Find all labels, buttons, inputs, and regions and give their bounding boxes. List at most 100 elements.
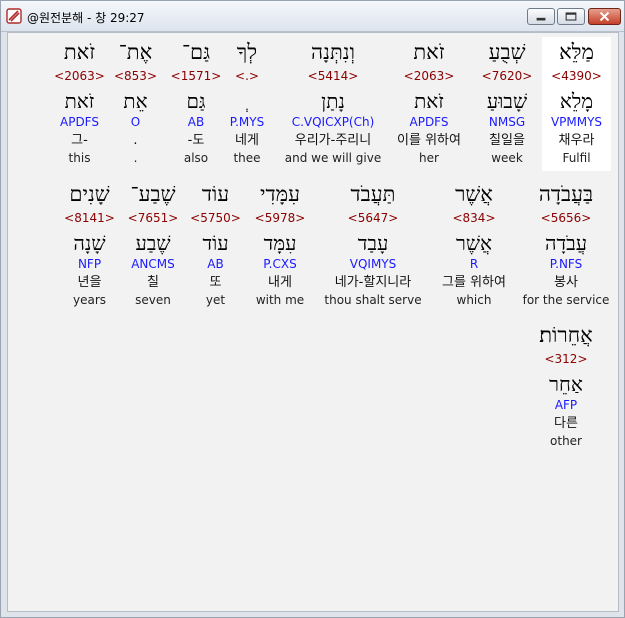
lexical-form: נָתַן — [321, 89, 345, 113]
word-unit[interactable]: לְךָ <.>ְ P.MYS 네게 thee — [222, 37, 272, 171]
english-gloss: for the service — [522, 293, 610, 307]
korean-gloss: 또 — [209, 275, 222, 290]
hebrew-word: זֹאת — [63, 40, 96, 64]
window-title: @원전분해 - 창 29:27 — [27, 11, 145, 25]
word-unit[interactable]: שְׁבֻעַ <7620> שָׁבוּעַ NMSG 칠일을 week — [472, 37, 542, 171]
strong-number: <1571> — [170, 69, 222, 83]
hebrew-word: מַלֵּא — [559, 40, 594, 64]
app-icon — [6, 8, 22, 24]
strong-number: <4390> — [551, 69, 602, 83]
morphology-code: APDFS — [60, 115, 99, 129]
hebrew-word: אֶת־ — [118, 40, 153, 64]
word-unit[interactable]: וְנִתְּנָה <5414> נָתַן C.VQICXP(Ch) 우리가-주리니… — [278, 37, 388, 171]
english-gloss: also — [183, 151, 209, 165]
korean-gloss: 봉사 — [554, 275, 578, 290]
hebrew-word: זֹאת — [413, 40, 445, 64]
hebrew-word: שֶׁבַע־ — [130, 182, 176, 206]
english-gloss: . — [133, 151, 138, 165]
english-gloss: and we will give — [284, 151, 382, 165]
strong-number: <7651> — [127, 211, 179, 225]
word-unit[interactable]: עוֹד <5750> עוֹד AB 또 yet — [188, 179, 243, 313]
korean-gloss: 년을 — [77, 275, 102, 290]
maximize-button[interactable] — [557, 8, 585, 25]
lexical-form: גַּם — [186, 89, 206, 113]
strong-number: <5750> — [190, 211, 241, 225]
word-unit[interactable]: אֲחֵרוֹת׃ <312> אַחֵר AFP 다른 other — [526, 320, 606, 454]
strong-number: <2063> — [403, 69, 455, 83]
lexical-form: עֲבֹדָה — [544, 231, 588, 255]
word-unit[interactable]: שֶׁבַע־ <7651> שֶׁבַע ANCMS 칠 seven — [118, 179, 188, 313]
korean-gloss: -도 — [187, 133, 205, 148]
word-unit[interactable]: תַּעֲבֹד <5647> עָבַד VQIMYS 네가-할지니라 thou sha… — [318, 179, 428, 313]
korean-gloss: 이를 위하여 — [397, 133, 461, 148]
close-icon — [599, 11, 610, 22]
morphology-code: VPMMYS — [550, 115, 603, 129]
morphology-code: C.VQICXP(Ch) — [291, 115, 375, 129]
close-button[interactable] — [588, 8, 621, 25]
word-unit[interactable]: שָׁנִים <8141> שָׁנָה NFP 년을 years — [52, 179, 127, 313]
lexical-form: אֲשֶׁר — [456, 231, 492, 255]
word-unit[interactable]: אֲשֶׁר <834> אֲשֶׁר R 그를 위하여 which — [424, 179, 524, 313]
strong-number: <.> — [235, 69, 259, 83]
english-gloss: which — [456, 293, 492, 307]
hebrew-word: שְׁבֻעַ — [488, 40, 526, 64]
english-gloss: yet — [205, 293, 226, 307]
strong-number: <5647> — [347, 211, 399, 225]
korean-gloss: . — [133, 133, 138, 148]
korean-gloss: 그- — [71, 133, 88, 148]
hebrew-word: לְךָ — [236, 40, 258, 64]
word-unit[interactable]: גַּם־ <1571> גַּם AB -도 also — [166, 37, 226, 171]
morphology-code: NFP — [77, 257, 102, 271]
korean-gloss: 칠 — [147, 275, 159, 290]
hebrew-word: אֲחֵרוֹת׃ — [539, 323, 593, 347]
word-unit[interactable]: זֹאת <2063> זֹאת APDFS 이를 위하여 her — [392, 37, 466, 171]
english-gloss: years — [72, 293, 107, 307]
hebrew-word: תַּעֲבֹד — [350, 182, 396, 206]
lexical-form: אַחֵר — [549, 372, 583, 396]
morphology-code: APDFS — [409, 115, 449, 129]
korean-gloss: 그를 위하여 — [442, 275, 506, 290]
morphology-code: R — [469, 257, 479, 271]
hebrew-word: עוֹד — [201, 182, 230, 206]
word-unit[interactable]: מַלֵּא <4390> מָלֵא VPMMYS 채우라 Fulfil — [542, 37, 611, 171]
word-unit[interactable]: עִמָּדִי <5978> עִמָּד P.CXS 내게 with me — [250, 179, 310, 313]
hebrew-word: וְנִתְּנָה — [311, 40, 355, 64]
english-gloss: thee — [233, 151, 261, 165]
lexical-form: שָׁבוּעַ — [486, 89, 528, 113]
strong-number: <8141> — [64, 211, 115, 225]
hebrew-word: אֲשֶׁר — [455, 182, 493, 206]
lexical-form: זֹאת — [414, 89, 444, 113]
english-gloss: Fulfil — [562, 151, 591, 165]
lexical-form: ְ — [222, 89, 272, 113]
word-unit[interactable]: זֹאת <2063> זֹאת APDFS 그-this — [52, 37, 107, 171]
strong-number: <7620> — [481, 69, 533, 83]
korean-gloss: 다른 — [554, 416, 578, 431]
word-unit[interactable]: אֶת־ <853> אֵת O.. — [108, 37, 163, 171]
morphology-code: AFP — [554, 398, 578, 412]
lexical-form: עִמָּד — [263, 231, 297, 255]
strong-number: <834> — [452, 211, 496, 225]
strong-number: <5978> — [254, 211, 306, 225]
morphology-code: O — [130, 115, 141, 129]
word-unit[interactable]: בַּעֲבֹדָה <5656> עֲבֹדָה P.NFS 봉사 for the se… — [516, 179, 616, 313]
title-bar[interactable]: @원전분해 - 창 29:27 — [1, 1, 624, 32]
morphology-code: P.CXS — [263, 257, 297, 271]
minimize-icon — [536, 17, 546, 21]
lexical-form: עָבַד — [357, 231, 389, 255]
strong-number: <312> — [544, 352, 588, 366]
hebrew-word: גַּם־ — [181, 40, 211, 64]
english-gloss: this — [68, 151, 91, 165]
analysis-panel: מַלֵּא <4390> מָלֵא VPMMYS 채우라 Fulfil שְׁבֻעַ <… — [7, 32, 619, 612]
morphology-code: P.NFS — [549, 257, 583, 271]
korean-gloss: 내게 — [268, 275, 292, 290]
lexical-form: עוֹד — [202, 231, 229, 255]
morphology-code: VQIMYS — [349, 257, 397, 271]
english-gloss: seven — [135, 293, 171, 307]
english-gloss: her — [419, 151, 439, 165]
minimize-button[interactable] — [527, 8, 555, 25]
english-gloss: with me — [255, 293, 305, 307]
korean-gloss: 우리가-주리니 — [294, 133, 372, 148]
english-gloss: thou shalt serve — [324, 293, 422, 307]
korean-gloss: 네가-할지니라 — [334, 275, 412, 290]
hebrew-word: בַּעֲבֹדָה — [538, 182, 594, 206]
